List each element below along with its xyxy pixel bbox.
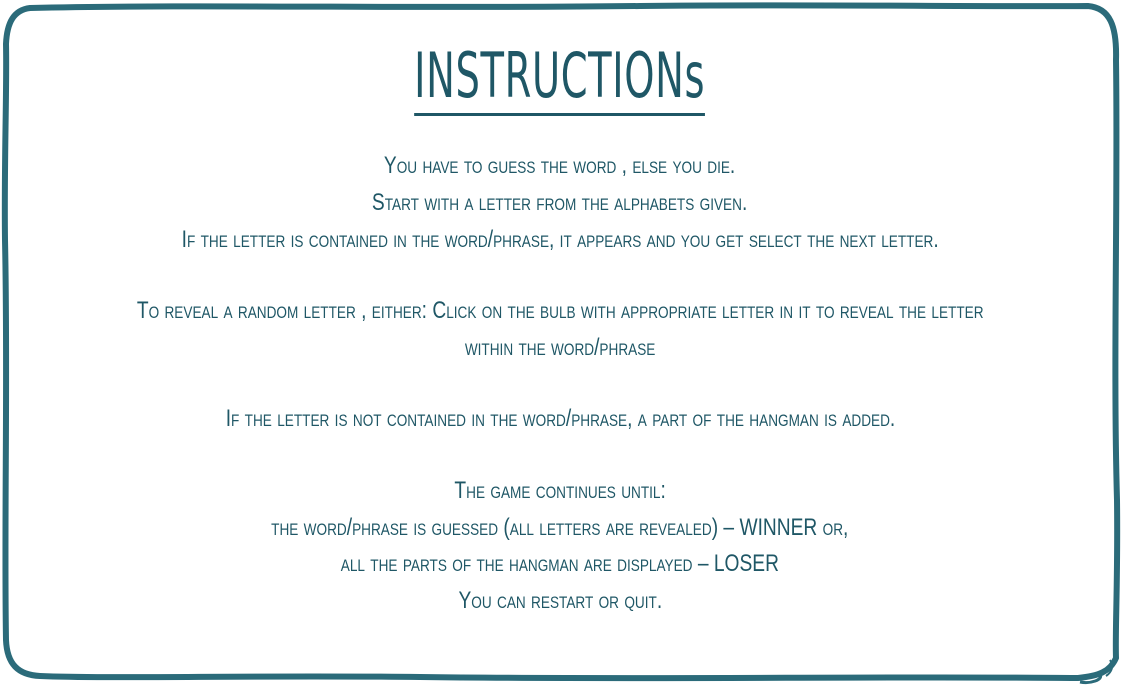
instruction-line: The game continues until: (454, 477, 666, 504)
instruction-line: You can restart or quit. (458, 587, 662, 614)
instructions-content: INSTRUCTIONs You have to guess the word … (20, 0, 1100, 687)
instruction-line: If the letter is contained in the word/p… (181, 226, 939, 253)
instruction-line: If the letter is not contained in the wo… (225, 405, 895, 432)
title-text: INSTRUCTIONs (414, 39, 706, 116)
page-title: INSTRUCTIONs (20, 36, 1100, 116)
instruction-line: To reveal a random letter , either: Clic… (136, 297, 984, 324)
instruction-line: all the parts of the hangman are display… (340, 550, 780, 577)
instruction-line: You have to guess the word , else you di… (384, 152, 736, 179)
instruction-line: the word/phrase is guessed (all letters … (271, 514, 849, 541)
instruction-line: within the word/phrase (464, 334, 656, 361)
instruction-line: Start with a letter from the alphabets g… (372, 189, 748, 216)
